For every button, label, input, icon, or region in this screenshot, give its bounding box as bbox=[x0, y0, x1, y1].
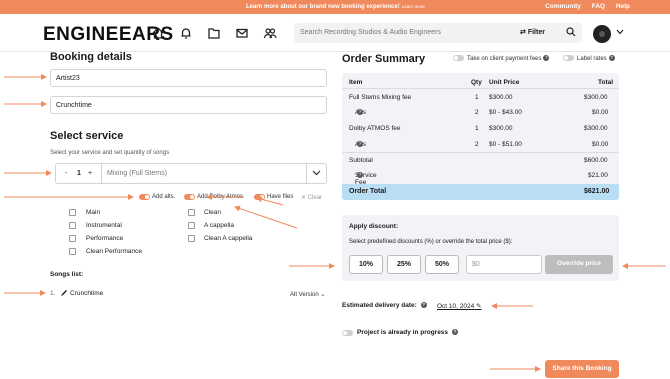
discount-title: Apply discount: bbox=[349, 223, 399, 230]
home-icon[interactable] bbox=[151, 26, 165, 40]
project-field[interactable]: Crunchtime bbox=[50, 96, 327, 114]
quantity-value: 1 bbox=[77, 170, 81, 177]
add-dolby-atmos-toggle[interactable] bbox=[184, 194, 195, 200]
a-cappella-label: A cappella bbox=[204, 222, 234, 229]
community-link[interactable]: Community bbox=[545, 3, 581, 10]
close-icon: ✕ bbox=[301, 195, 307, 201]
divider bbox=[342, 88, 619, 89]
client-fees-toggle[interactable] bbox=[453, 55, 464, 61]
order-summary-title: Order Summary bbox=[342, 53, 426, 65]
discount-panel: Apply discount: Select predefined discou… bbox=[342, 215, 619, 281]
help-icon[interactable]: ? bbox=[452, 329, 459, 335]
main-checkbox[interactable] bbox=[69, 209, 76, 216]
discount-25-button[interactable]: 25% bbox=[387, 255, 421, 274]
have-files-label: Have files bbox=[267, 194, 294, 200]
alt-version-select[interactable]: Alt Version ⌄ bbox=[290, 291, 325, 298]
banner-links: Community FAQ Help bbox=[536, 3, 630, 10]
clean-performance-checkbox[interactable] bbox=[69, 248, 76, 255]
override-price-button[interactable]: Override price bbox=[545, 255, 613, 274]
have-files-toggle[interactable] bbox=[254, 194, 265, 200]
clean-a-cappella-label: Clean A cappella bbox=[204, 235, 253, 242]
delivery-date-label: Estimated delivery date:? bbox=[342, 302, 427, 309]
service-select[interactable]: Mixing (Full Stems) bbox=[107, 170, 167, 177]
select-service-hint: Select your service and set quantity of … bbox=[50, 150, 170, 156]
select-service-title: Select service bbox=[50, 130, 124, 142]
filter-icon: ⇄ bbox=[520, 29, 526, 36]
pencil-icon[interactable] bbox=[60, 289, 68, 297]
order-total-row: Order Total $621.00 bbox=[342, 184, 619, 200]
label-rates-toggle[interactable] bbox=[563, 55, 574, 61]
booking-details-title: Booking details bbox=[50, 51, 132, 63]
delivery-date-value[interactable]: Oct 10, 2024 ✎ bbox=[437, 302, 482, 310]
order-table: Item Qty Unit Price Total Full Stems Mix… bbox=[342, 73, 619, 200]
bell-icon[interactable] bbox=[179, 26, 193, 40]
users-icon[interactable] bbox=[263, 26, 277, 40]
label-rates-label: Label rates? bbox=[577, 55, 615, 62]
songs-list-title: Songs list: bbox=[50, 271, 84, 278]
clean-label: Clean bbox=[204, 209, 221, 216]
performance-checkbox[interactable] bbox=[69, 235, 76, 242]
chevron-down-icon[interactable] bbox=[616, 29, 624, 35]
chevron-down-icon: ⌄ bbox=[320, 292, 326, 298]
mail-icon[interactable] bbox=[235, 26, 249, 40]
filter-button[interactable]: ⇄ Filter bbox=[520, 28, 545, 36]
artist-field[interactable]: Artist23 bbox=[50, 69, 327, 87]
search-bar[interactable]: Search Recording Studios & Audio Enginee… bbox=[294, 23, 582, 43]
avatar[interactable] bbox=[593, 25, 611, 43]
song-name[interactable]: Crunchtime bbox=[70, 290, 103, 297]
clear-button[interactable]: ✕ Clear bbox=[301, 194, 322, 201]
chevron-down-icon[interactable] bbox=[312, 169, 321, 177]
service-selector: - 1 + Mixing (Full Stems) bbox=[55, 163, 327, 184]
performance-label: Performance bbox=[86, 235, 124, 242]
discount-10-button[interactable]: 10% bbox=[349, 255, 383, 274]
folder-icon[interactable] bbox=[207, 26, 221, 40]
divider bbox=[306, 164, 307, 183]
clean-a-cappella-checkbox[interactable] bbox=[188, 235, 195, 242]
help-link[interactable]: Help bbox=[616, 3, 630, 10]
main-label: Main bbox=[86, 209, 101, 216]
quantity-stepper[interactable]: - 1 + bbox=[56, 164, 102, 183]
search-icon[interactable] bbox=[566, 27, 576, 37]
client-fees-label: Take on client payment fees? bbox=[467, 55, 550, 62]
add-alts-toggle[interactable] bbox=[139, 194, 150, 200]
top-navigation: ENGINEEARS Search Recording Studios & Au… bbox=[0, 14, 670, 52]
banner-message[interactable]: Learn more about our brand new booking e… bbox=[246, 4, 425, 10]
discount-50-button[interactable]: 50% bbox=[425, 255, 459, 274]
add-alts-label: Add alts. bbox=[152, 194, 176, 200]
a-cappella-checkbox[interactable] bbox=[188, 222, 195, 229]
help-icon[interactable]: ? bbox=[420, 302, 427, 308]
search-input[interactable]: Search Recording Studios & Audio Enginee… bbox=[300, 29, 441, 36]
help-icon[interactable]: ? bbox=[543, 55, 550, 61]
add-dolby-atmos-label: Add Dolby Atmos bbox=[197, 194, 244, 200]
in-progress-label: Project is already in progress? bbox=[357, 329, 459, 336]
help-icon[interactable]: ? bbox=[608, 55, 615, 61]
help-icon[interactable]: ? bbox=[357, 109, 363, 115]
announcement-banner: Learn more about our brand new booking e… bbox=[0, 0, 670, 14]
help-icon[interactable]: ? bbox=[357, 141, 363, 147]
faq-link[interactable]: FAQ bbox=[592, 3, 605, 10]
edit-icon[interactable]: ✎ bbox=[476, 303, 481, 310]
learn-more-link[interactable]: Learn more bbox=[402, 4, 425, 9]
discount-hint: Select predefined discounts (%) or overr… bbox=[349, 239, 513, 245]
decrement-button[interactable]: - bbox=[65, 170, 67, 177]
clean-checkbox[interactable] bbox=[188, 209, 195, 216]
instrumental-checkbox[interactable] bbox=[69, 222, 76, 229]
clean-performance-label: Clean Performance bbox=[86, 248, 142, 255]
share-booking-button[interactable]: Share this Booking bbox=[545, 360, 619, 378]
in-progress-toggle[interactable] bbox=[342, 330, 353, 336]
override-price-input[interactable]: $0 bbox=[466, 255, 542, 274]
divider bbox=[342, 152, 619, 153]
song-number: 1. bbox=[50, 290, 56, 297]
increment-button[interactable]: + bbox=[88, 170, 92, 177]
instrumental-label: Instrumental bbox=[86, 222, 122, 229]
help-icon[interactable]: ? bbox=[357, 172, 363, 178]
